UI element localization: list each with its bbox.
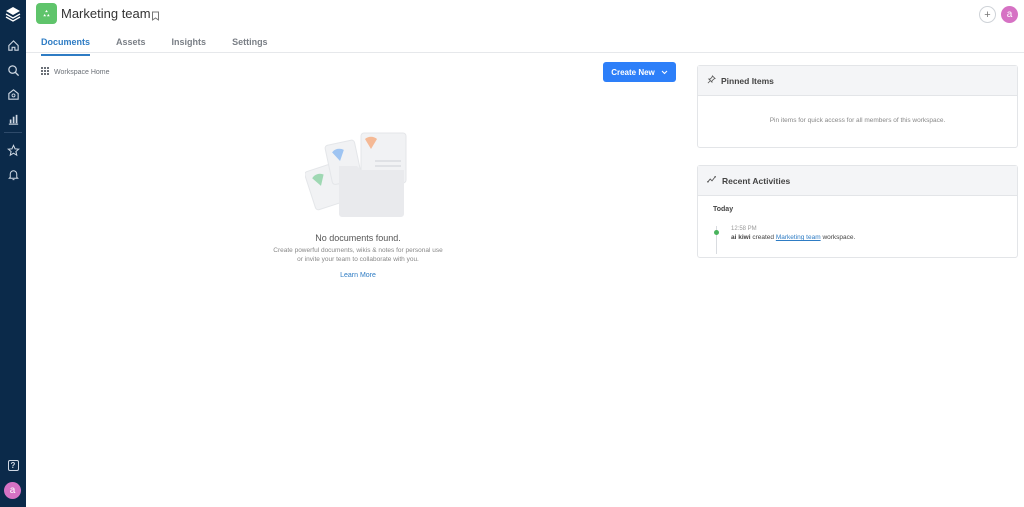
logo-icon[interactable] bbox=[3, 4, 23, 24]
pinned-items-panel: Pinned Items Pin items for quick access … bbox=[697, 65, 1018, 148]
activity-target-link[interactable]: Marketing team bbox=[776, 234, 821, 241]
workspace-logo-icon bbox=[36, 3, 57, 24]
header-avatar[interactable]: a bbox=[1001, 6, 1018, 23]
activity-item: 12:58 PM ai kiwi created Marketing team … bbox=[714, 226, 1017, 254]
pinned-items-message: Pin items for quick access for all membe… bbox=[769, 117, 946, 124]
empty-title: No documents found. bbox=[315, 233, 401, 243]
activity-text: ai kiwi created Marketing team workspace… bbox=[731, 234, 1017, 241]
activity-verb: created bbox=[752, 234, 775, 241]
bell-icon[interactable] bbox=[3, 164, 23, 184]
recent-activities-panel: Recent Activities Today 12:58 PM ai kiwi… bbox=[697, 165, 1018, 258]
add-button[interactable]: + bbox=[979, 6, 996, 23]
header: Marketing team Documents Assets Insights… bbox=[26, 0, 1024, 56]
pin-icon bbox=[707, 75, 716, 86]
tab-assets[interactable]: Assets bbox=[116, 37, 146, 56]
empty-description-line2: or invite your team to collaborate with … bbox=[297, 256, 419, 263]
activity-user: ai kiwi bbox=[731, 234, 751, 241]
activity-time: 12:58 PM bbox=[731, 226, 757, 232]
bookmark-icon[interactable] bbox=[151, 8, 160, 26]
tab-bar: Documents Assets Insights Settings bbox=[41, 37, 294, 56]
create-new-label: Create New bbox=[611, 67, 655, 77]
search-icon[interactable] bbox=[3, 60, 23, 80]
chevron-down-icon bbox=[661, 68, 668, 77]
empty-description: Create powerful documents, wikis & notes… bbox=[258, 246, 458, 264]
help-icon[interactable]: ? bbox=[3, 455, 23, 475]
breadcrumb-label[interactable]: Workspace Home bbox=[54, 69, 110, 76]
activity-group-today: Today bbox=[713, 206, 734, 213]
home-icon[interactable] bbox=[3, 35, 23, 55]
team-icon[interactable] bbox=[3, 84, 23, 104]
activity-dot bbox=[714, 230, 719, 235]
create-new-button[interactable]: Create New bbox=[603, 62, 676, 82]
pinned-items-title: Pinned Items bbox=[721, 75, 774, 86]
activity-suffix: workspace. bbox=[822, 234, 856, 241]
sidebar: ? a bbox=[0, 0, 26, 507]
learn-more-link[interactable]: Learn More bbox=[258, 272, 458, 279]
tab-insights[interactable]: Insights bbox=[172, 37, 207, 56]
recent-activities-header: Recent Activities bbox=[698, 166, 1017, 196]
grid-icon bbox=[41, 67, 49, 77]
recent-activities-title: Recent Activities bbox=[722, 175, 791, 186]
tab-documents[interactable]: Documents bbox=[41, 37, 91, 56]
sidebar-avatar[interactable]: a bbox=[4, 482, 21, 499]
pinned-items-header: Pinned Items bbox=[698, 66, 1017, 96]
tab-settings[interactable]: Settings bbox=[232, 37, 268, 56]
empty-description-line1: Create powerful documents, wikis & notes… bbox=[273, 247, 443, 254]
empty-documents-illustration bbox=[304, 130, 410, 222]
workspace-title: Marketing team bbox=[61, 6, 151, 21]
activity-icon bbox=[707, 175, 717, 186]
sidebar-divider bbox=[4, 132, 22, 133]
chart-icon[interactable] bbox=[3, 109, 23, 129]
breadcrumb: Workspace Home bbox=[41, 67, 110, 77]
star-icon[interactable] bbox=[3, 140, 23, 160]
